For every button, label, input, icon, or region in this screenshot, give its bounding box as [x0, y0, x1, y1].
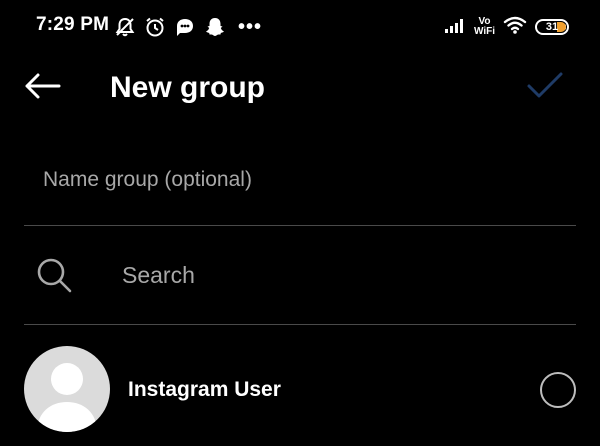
vowifi-icon: Vo WiFi [474, 17, 495, 37]
more-notifications-indicator: ••• [238, 16, 263, 38]
search-input[interactable] [122, 255, 562, 295]
checkmark-icon [526, 71, 564, 106]
alarm-clock-icon [144, 16, 166, 38]
battery-fill [557, 22, 566, 32]
system-icons: Vo WiFi 31 [444, 14, 569, 40]
notification-icons: ••• [114, 14, 262, 40]
muted-bell-icon [114, 16, 136, 38]
default-avatar-icon [24, 346, 110, 432]
list-item[interactable]: Instagram User [24, 346, 576, 434]
arrow-left-icon [23, 72, 61, 105]
confirm-button[interactable] [524, 70, 566, 106]
status-bar: 7:29 PM ••• Vo WiFi 31 [0, 0, 600, 56]
name-group-field [24, 150, 576, 226]
battery-body: 31 [535, 19, 569, 35]
app-header: New group [0, 56, 600, 120]
search-bar [24, 227, 576, 325]
cellular-signal-icon [444, 16, 466, 39]
battery-icon: 31 [535, 19, 569, 35]
battery-level: 31 [545, 21, 559, 33]
vowifi-bottom-label: WiFi [473, 26, 495, 37]
snapchat-ghost-icon [204, 16, 226, 38]
chat-bubble-icon [174, 16, 196, 38]
search-icon [36, 257, 74, 295]
name-group-input[interactable] [24, 160, 564, 200]
page-title: New group [110, 71, 265, 104]
status-time: 7:29 PM [36, 14, 110, 35]
back-button[interactable] [20, 70, 64, 106]
wifi-icon [503, 15, 527, 40]
contact-name: Instagram User [128, 378, 281, 401]
select-contact-radio[interactable] [540, 372, 576, 408]
